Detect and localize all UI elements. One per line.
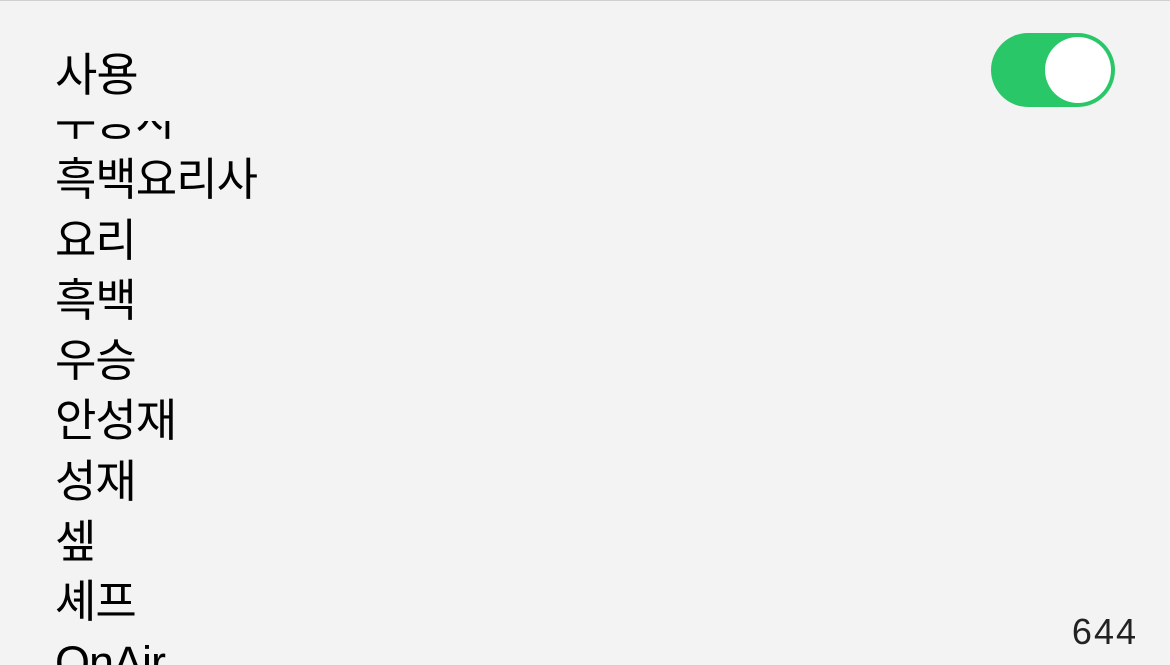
list-item: 셰프 (55, 572, 1115, 632)
enable-toggle[interactable] (991, 33, 1115, 107)
list-item: 셒 (55, 512, 1115, 572)
page-title: 사용 (55, 39, 1115, 105)
list-item: 흑백요리사 (55, 150, 1115, 210)
header-row: 사용 (0, 1, 1170, 105)
list-item: 우승 (55, 331, 1115, 391)
counter-value: 644 (1072, 611, 1138, 653)
list-item: 안성재 (55, 391, 1115, 451)
list-item: 우승자 (55, 121, 1115, 150)
list-item: OnAir (55, 633, 1115, 665)
keyword-list: 우승자 흑백요리사 요리 흑백 우승 안성재 성재 셒 셰프 OnAir 트리플… (55, 121, 1115, 665)
list-item: 흑백 (55, 271, 1115, 331)
toggle-knob (1045, 37, 1111, 103)
list-item: 요리 (55, 211, 1115, 271)
list-item: 성재 (55, 452, 1115, 512)
